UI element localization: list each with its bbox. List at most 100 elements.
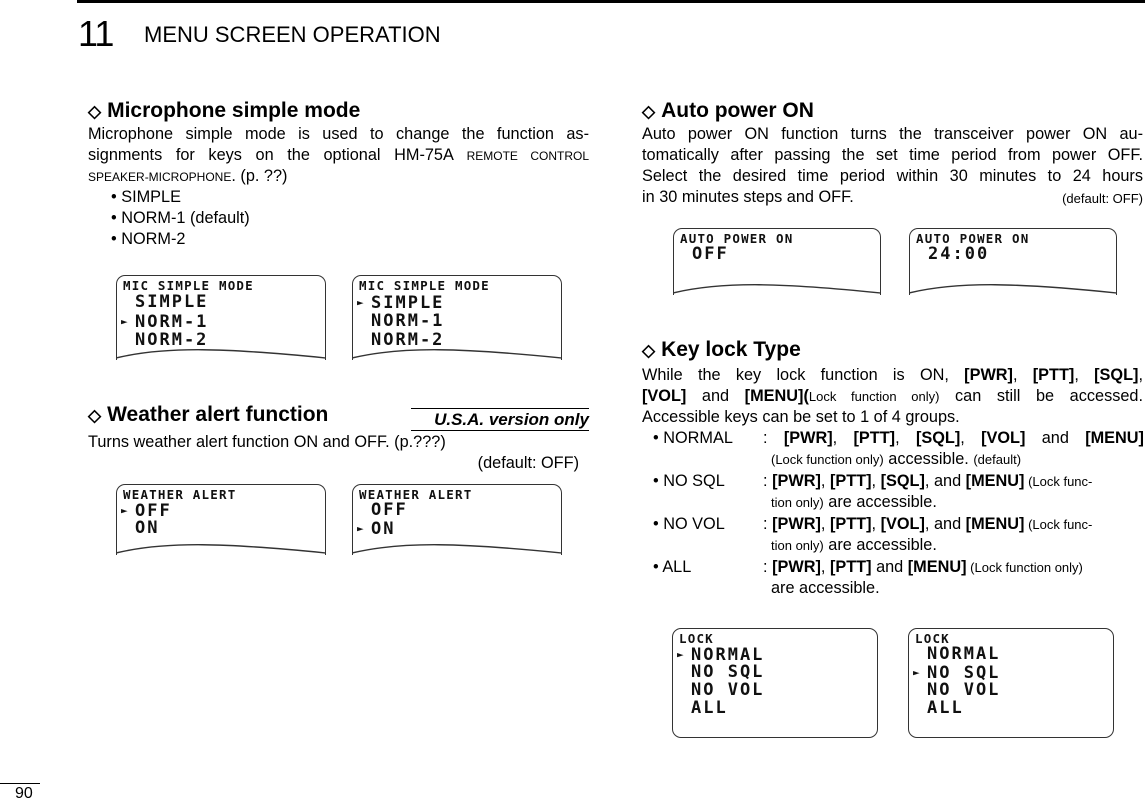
key-label: [PWR] [772,472,821,490]
text: accessible. [883,450,974,468]
mic-para-line2: signments for keys on the optional HM-75… [88,145,589,167]
lcd-screen-weather-on: WEATHER ALERT OFF ► ON [352,484,562,555]
lcd-title: MIC SIMPLE MODE [123,278,254,293]
section-heading-mic-simple-mode: ◇ Microphone simple mode [88,99,360,124]
text: , [832,429,854,447]
heading-text: Auto power ON [661,99,814,122]
text: are accessible. [771,579,880,597]
lcd-row: NORMAL [913,645,1000,664]
autopower-default: (default: OFF) [1062,191,1143,206]
option-label: • NO VOL [653,515,725,533]
list-item: • SIMPLE [111,188,181,206]
text: , [1074,366,1095,384]
key-label: [PWR] [772,515,821,533]
text: , [820,558,830,576]
keylock-intro-line1: While the key lock function is ON, [PWR]… [642,365,1143,386]
keylock-intro-line2: [VOL] and [MENU](Lock function only) can… [642,386,1143,407]
key-label: [PWR] [783,429,833,447]
triangle-right-icon: ► [121,315,128,328]
lcd-row-text: ALL [691,698,728,718]
key-label: [VOL] [642,387,687,405]
lcd-row: ALL [677,699,728,718]
triangle-right-icon: ► [677,648,684,661]
mic-para-line3: SPEAKER-MICROPHONE. (p. ??) [88,166,287,188]
text: and [686,387,745,405]
lcd-row-selected: ► SIMPLE [357,293,444,313]
lcd-row-text: NO SQL [691,662,765,682]
option-line: : [PWR], [PTT] and [MENU] (Lock function… [763,557,1144,578]
note-text: (Lock function only) [966,560,1083,575]
lcd-screen-autopower-24h: AUTO POWER ON 24:00 [909,228,1117,295]
key-label: [PTT] [829,558,872,576]
option-line: : [PWR], [PTT], [SQL], and [MENU] (Lock … [763,471,1144,492]
key-label: [MENU] [965,472,1025,490]
keylock-intro-line3: Accessible keys can be set to 1 of 4 gro… [642,408,960,426]
lcd-row-selected: ► ON [357,519,395,539]
lcd-wave-edge [353,544,561,554]
note-text: (Lock func- [1024,517,1093,532]
key-label: [MENU] [1085,429,1144,447]
text: signments for keys on the optional HM-75… [88,146,467,164]
text: , [820,472,830,490]
key-label: [MENU] [965,515,1025,533]
list-item: • NORM-2 [111,230,186,248]
key-label: [VOL] [880,515,925,533]
note-text: tion only) [771,538,824,553]
lcd-row-text: NO VOL [691,680,765,700]
lcd-row-text: NO VOL [927,680,1001,700]
text: , and [924,472,966,490]
lcd-screen-mic-norm1: MIC SIMPLE MODE SIMPLE ► NORM-1 NORM-2 [116,275,326,360]
key-label: [PWR] [772,558,821,576]
lcd-title: LOCK [679,631,714,646]
chapter-title: MENU SCREEN OPERATION [144,22,441,47]
header-rule [77,0,1145,3]
autopower-para-line2: tomatically after passing the set time p… [642,146,1143,164]
option-description: : [PWR], [PTT], [SQL], [VOL] and [MENU] … [763,428,1144,470]
note-text: tion only) [771,495,824,510]
lcd-row: SIMPLE [121,293,208,312]
lcd-row-selected: ► NORM-1 [121,312,208,332]
text: and [871,558,908,576]
diamond-outline-icon: ◇ [642,102,656,121]
text: , and [924,515,966,533]
region-badge: U.S.A. version only [411,408,589,431]
key-label: [SQL] [1094,366,1139,384]
lcd-row-text: ALL [927,698,964,718]
autopower-para-line3: Select the desired time period within 30… [642,167,1143,185]
key-label: [MENU] [907,558,967,576]
option-description: : [PWR], [PTT] and [MENU] (Lock function… [763,557,1144,599]
triangle-right-icon: ► [121,504,128,517]
lcd-row: NORM-1 [357,312,444,331]
option-line: tion only) are accessible. [771,535,1144,556]
text: , [960,429,982,447]
text: While the key lock function is ON, [642,366,965,384]
lcd-wave-edge [910,284,1116,294]
autopower-para-line4: in 30 minutes steps and OFF. [642,188,854,206]
footer-rule [0,783,40,784]
weather-default: (default: OFF) [477,454,579,472]
lcd-title: MIC SIMPLE MODE [359,278,490,293]
lcd-row-text: OFF [692,244,729,264]
text: : [763,558,773,576]
text: , [820,515,830,533]
key-label: [SQL] [880,472,925,490]
lcd-row: OFF [357,501,408,520]
chapter-number: 11 [78,13,114,54]
diamond-outline-icon: ◇ [88,406,102,425]
lcd-screen-lock-no-sql: LOCK NORMAL ► NO SQL NO VOL ALL [908,628,1114,738]
text: and [1025,429,1086,447]
autopower-para-line1: Auto power ON function turns the transce… [642,125,1143,143]
option-line: tion only) are accessible. [771,492,1144,513]
lcd-wave-edge [353,349,561,359]
option-description: : [PWR], [PTT], [VOL], and [MENU] (Lock … [763,514,1144,556]
lcd-wave-edge [117,349,325,359]
lcd-row-text: NORMAL [927,644,1001,664]
option-description: : [PWR], [PTT], [SQL], and [MENU] (Lock … [763,471,1144,513]
weather-para: Turns weather alert function ON and OFF.… [88,433,446,451]
option-label: • NO SQL [653,472,725,490]
lcd-row-text: NORM-1 [135,312,209,332]
heading-text: Key lock Type [661,338,801,361]
lcd-row-text: SIMPLE [135,292,209,312]
triangle-right-icon: ► [913,666,920,679]
heading-text: Weather alert function [107,403,329,426]
